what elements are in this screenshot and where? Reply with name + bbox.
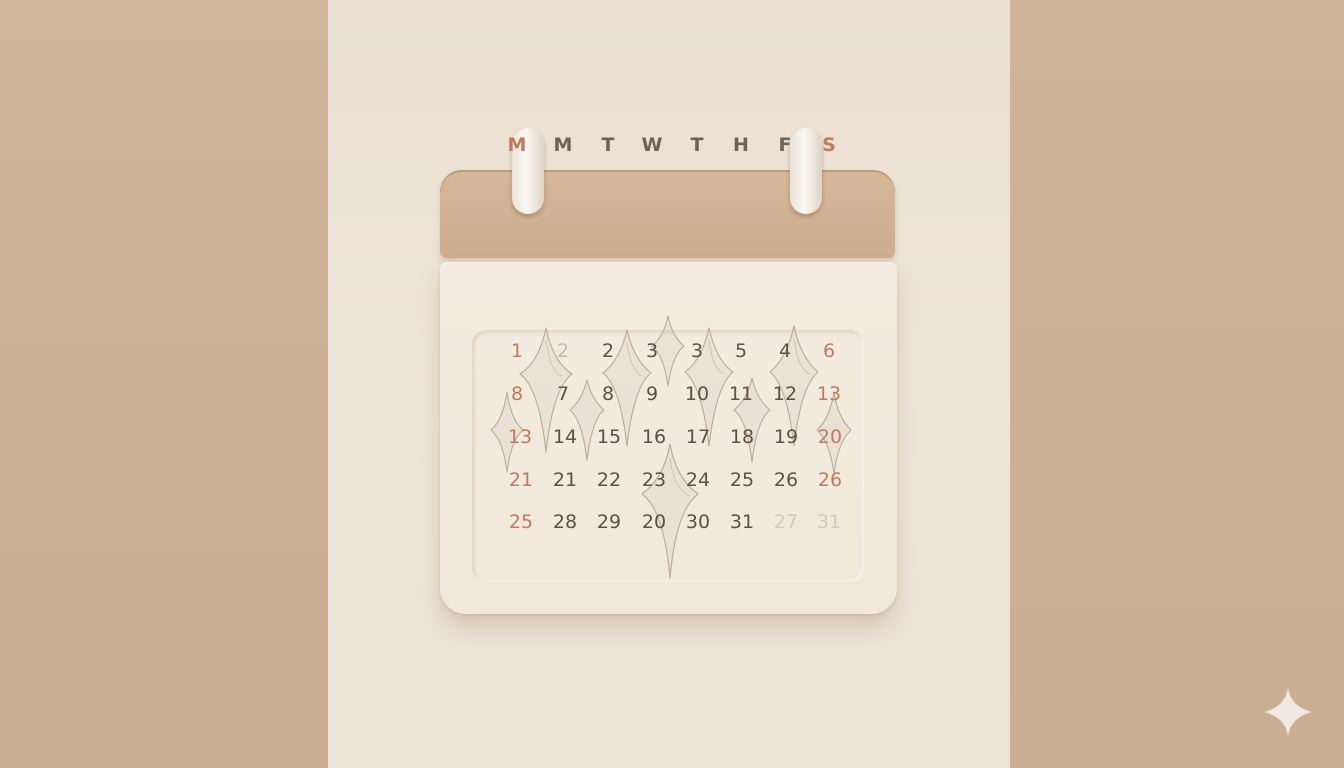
calendar-date: 27 [773,511,799,533]
weekday-label: S [822,134,836,156]
calendar-date: 20 [641,511,667,533]
weekday-label: W [641,134,663,156]
calendar-date: 14 [552,426,578,448]
calendar-date: 9 [645,383,659,405]
calendar-date: 28 [552,511,578,533]
calendar-date: 21 [508,469,534,491]
calendar-date: 13 [507,426,533,448]
calendar-date: 13 [816,383,842,405]
calendar-date: 3 [690,340,704,362]
calendar-date: 1 [510,340,524,362]
calendar-date: 18 [729,426,755,448]
calendar-date: 20 [817,426,843,448]
weekday-label: F [778,134,792,156]
calendar-date: 8 [510,383,524,405]
calendar-date: 5 [734,340,748,362]
calendar-date: 2 [556,340,570,362]
calendar-date: 7 [556,383,570,405]
calendar-date: 3 [645,340,659,362]
calendar-date: 31 [729,511,755,533]
weekday-label: M [553,134,573,156]
calendar-date: 16 [641,426,667,448]
calendar-date: 29 [596,511,622,533]
calendar-date: 11 [728,383,754,405]
calendar-date: 30 [685,511,711,533]
calendar-date: 31 [816,511,842,533]
calendar-date: 17 [685,426,711,448]
right-background-panel [1010,0,1344,768]
calendar-date: 15 [596,426,622,448]
weekday-label: T [690,134,704,156]
calendar-date: 2 [601,340,615,362]
calendar-date: 25 [729,469,755,491]
calendar-date: 25 [508,511,534,533]
calendar-date: 10 [684,383,710,405]
calendar-date: 8 [601,383,615,405]
weekday-label: H [733,134,749,156]
weekday-label: T [601,134,615,156]
calendar-date: 26 [817,469,843,491]
calendar-date: 19 [773,426,799,448]
calendar-date-area [472,330,864,582]
calendar-date: 6 [822,340,836,362]
calendar-header-bar [440,170,895,258]
calendar-date: 4 [778,340,792,362]
calendar-date: 24 [685,469,711,491]
calendar-date: 23 [641,469,667,491]
left-background-panel [0,0,328,768]
calendar-date: 22 [596,469,622,491]
calendar-date: 21 [552,469,578,491]
weekday-label: M [507,134,527,156]
calendar-date: 26 [773,469,799,491]
calendar-date: 12 [772,383,798,405]
four-point-star-icon [1264,688,1312,736]
